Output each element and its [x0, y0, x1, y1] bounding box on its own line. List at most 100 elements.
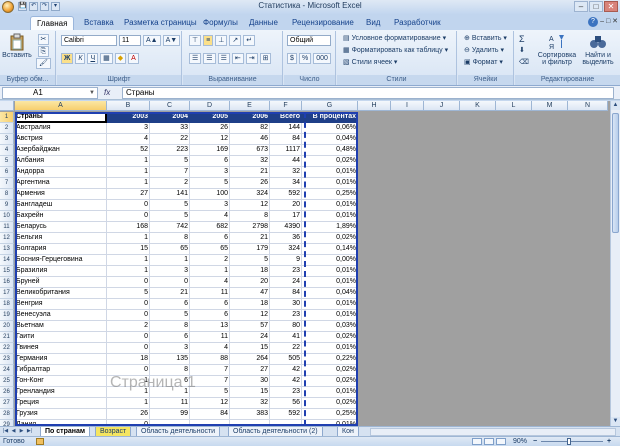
column-header[interactable]: E	[230, 101, 270, 111]
conditional-formatting-button[interactable]: ▤ Условное форматирование ▾	[343, 34, 446, 42]
table-cell[interactable]: 0,01%	[302, 387, 358, 398]
table-cell[interactable]: Бельгия	[15, 233, 107, 244]
row-header[interactable]: 17	[0, 288, 14, 299]
table-cell[interactable]: 0,48%	[302, 145, 358, 156]
table-cell[interactable]: 324	[230, 189, 270, 200]
macro-record-icon[interactable]	[36, 438, 44, 445]
zoom-out-icon[interactable]: −	[533, 437, 537, 446]
name-box-dropdown-icon[interactable]: ▼	[89, 88, 95, 98]
header-cell[interactable]: В процентах	[302, 112, 358, 123]
table-cell[interactable]: 52	[107, 145, 150, 156]
row-header[interactable]: 10	[0, 211, 14, 222]
table-cell[interactable]: 0	[107, 299, 150, 310]
table-cell[interactable]: 23	[270, 310, 302, 321]
table-cell[interactable]: 1	[190, 266, 230, 277]
table-cell[interactable]: Греция	[15, 398, 107, 409]
column-header[interactable]: D	[190, 101, 230, 111]
header-cell[interactable]: 2004	[150, 112, 190, 123]
table-cell[interactable]: 32	[230, 156, 270, 167]
format-cells-button[interactable]: ▣ Формат ▾	[464, 58, 503, 66]
table-cell[interactable]: 27	[230, 365, 270, 376]
table-cell[interactable]: 8	[150, 233, 190, 244]
table-cell[interactable]: 0	[107, 211, 150, 222]
minimize-button[interactable]: –	[574, 1, 588, 12]
table-cell[interactable]: 1	[107, 376, 150, 387]
delete-cells-button[interactable]: ⊖ Удалить ▾	[464, 46, 504, 54]
table-cell[interactable]: 2798	[230, 222, 270, 233]
prev-sheet-icon[interactable]: ◀	[10, 428, 17, 435]
table-cell[interactable]: 6	[150, 299, 190, 310]
table-cell[interactable]: 5	[150, 211, 190, 222]
table-cell[interactable]: 46	[230, 134, 270, 145]
percent-button[interactable]: %	[299, 53, 312, 64]
worksheet-grid[interactable]: ABCDEFGHIJKLMN 1 2 3 4 5 6 7 8 9 10 11 12 13 14 15 16 17…	[0, 101, 610, 426]
table-cell[interactable]: Гвинея	[15, 343, 107, 354]
table-cell[interactable]: 15	[107, 244, 150, 255]
table-cell[interactable]: Албания	[15, 156, 107, 167]
select-all-corner[interactable]	[0, 101, 14, 111]
table-cell[interactable]: 9	[270, 255, 302, 266]
table-cell[interactable]: 0,02%	[302, 233, 358, 244]
table-cell[interactable]: Бруней	[15, 277, 107, 288]
row-header[interactable]: 1	[0, 112, 14, 123]
table-cell[interactable]: 0	[107, 277, 150, 288]
table-cell[interactable]: 4	[190, 211, 230, 222]
table-cell[interactable]: 6	[190, 299, 230, 310]
table-cell[interactable]: 21	[230, 233, 270, 244]
row-header[interactable]: 18	[0, 299, 14, 310]
table-cell[interactable]: 141	[150, 189, 190, 200]
italic-button[interactable]: К	[75, 53, 86, 64]
table-cell[interactable]: 168	[107, 222, 150, 233]
fill-color-icon[interactable]: ◆	[114, 53, 127, 64]
column-header[interactable]: I	[391, 101, 424, 111]
column-header[interactable]: C	[150, 101, 190, 111]
table-cell[interactable]: 383	[230, 409, 270, 420]
header-cell[interactable]: 2006	[230, 112, 270, 123]
table-cell[interactable]: 0,04%	[302, 134, 358, 145]
table-cell[interactable]: Андорра	[15, 167, 107, 178]
autosum-button[interactable]: Σ	[519, 34, 525, 44]
align-bottom-icon[interactable]: ⊥	[215, 35, 228, 46]
sort-filter-button[interactable]: AЯ Сортировка и фильтр	[537, 33, 577, 66]
table-cell[interactable]: 0	[107, 310, 150, 321]
align-top-icon[interactable]: ⊤	[189, 35, 202, 46]
table-cell[interactable]: 20	[270, 200, 302, 211]
table-cell[interactable]: Болгария	[15, 244, 107, 255]
table-cell[interactable]: 42	[270, 365, 302, 376]
tab-page-layout[interactable]: Разметка страницы	[118, 16, 203, 30]
column-header[interactable]: L	[496, 101, 532, 111]
table-cell[interactable]: 0,03%	[302, 321, 358, 332]
header-cell[interactable]: Страны	[15, 112, 107, 123]
table-cell[interactable]: 0,02%	[302, 398, 358, 409]
table-cell[interactable]: 7	[150, 167, 190, 178]
decrease-indent-icon[interactable]: ⇤	[231, 53, 244, 64]
table-cell[interactable]: 5	[190, 387, 230, 398]
table-cell[interactable]: 11	[190, 288, 230, 299]
scroll-up-icon[interactable]: ▲	[611, 101, 620, 110]
table-cell[interactable]: 1	[107, 233, 150, 244]
table-cell[interactable]: 223	[150, 145, 190, 156]
table-cell[interactable]: 0,04%	[302, 288, 358, 299]
table-cell[interactable]: 0,22%	[302, 354, 358, 365]
table-cell[interactable]: 3	[150, 266, 190, 277]
row-header[interactable]: 6	[0, 167, 14, 178]
table-cell[interactable]: 135	[150, 354, 190, 365]
align-center-icon[interactable]: ☰	[203, 53, 216, 64]
table-cell[interactable]: 169	[190, 145, 230, 156]
table-cell[interactable]: 2	[190, 255, 230, 266]
table-cell[interactable]: 44	[270, 156, 302, 167]
find-select-button[interactable]: Найти и выделить	[579, 33, 617, 66]
table-cell[interactable]: 11	[150, 398, 190, 409]
row-header[interactable]: 25	[0, 376, 14, 387]
table-cell[interactable]: 12	[190, 398, 230, 409]
table-cell[interactable]: 22	[150, 134, 190, 145]
table-cell[interactable]: 27	[107, 189, 150, 200]
table-cell[interactable]: 8	[150, 321, 190, 332]
row-header[interactable]: 15	[0, 266, 14, 277]
last-sheet-icon[interactable]: ▶|	[26, 428, 33, 435]
table-cell[interactable]: 0,25%	[302, 189, 358, 200]
zoom-level[interactable]: 90%	[513, 437, 527, 446]
table-cell[interactable]: 3	[107, 123, 150, 134]
page-layout-view-icon[interactable]	[484, 438, 494, 445]
table-cell[interactable]: 18	[230, 266, 270, 277]
